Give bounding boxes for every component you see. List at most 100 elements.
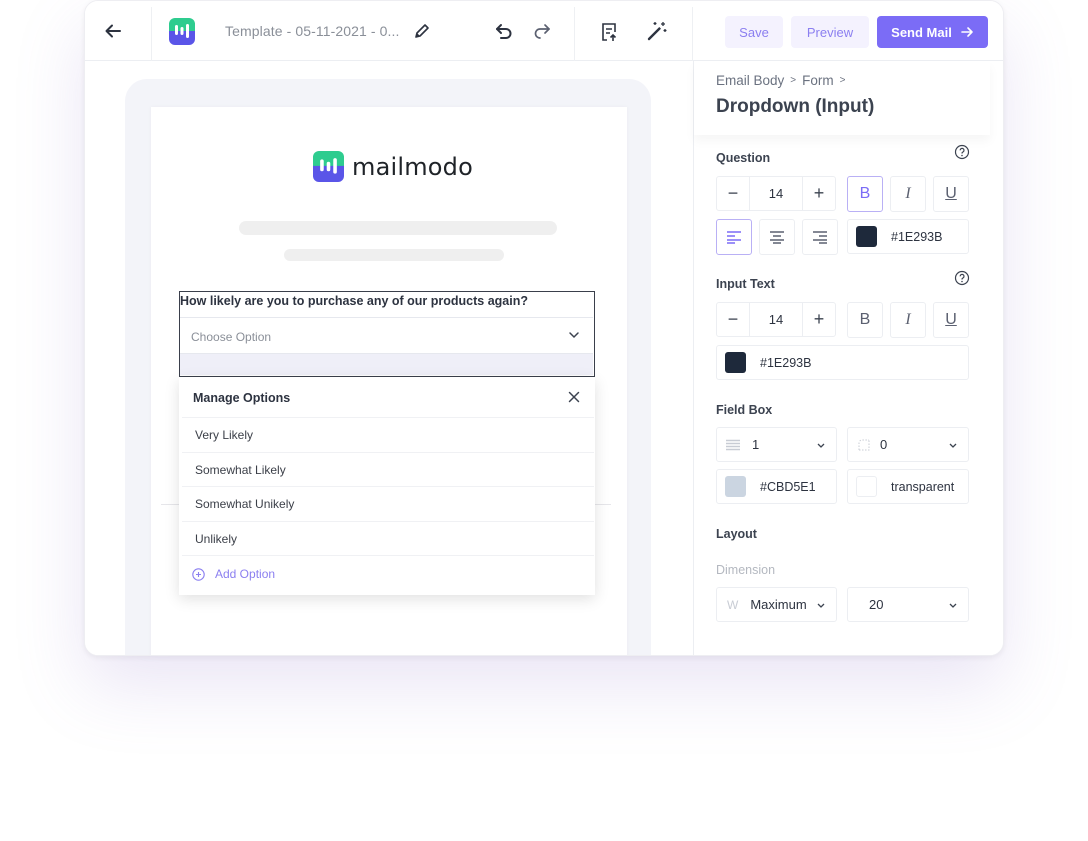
- brand-header: mailmodo: [313, 151, 473, 182]
- skeleton-line: [284, 249, 504, 261]
- align-center-icon: [770, 231, 784, 244]
- question-font-size-stepper: − 14 +: [716, 176, 836, 211]
- question-italic-button[interactable]: I: [890, 176, 926, 212]
- chevron-down-icon: [949, 443, 957, 448]
- properties-panel: Email Body > Form > Dropdown (Input) Que…: [693, 61, 1003, 655]
- redo-icon[interactable]: [531, 20, 553, 42]
- option-item[interactable]: Very Likely: [182, 417, 594, 451]
- document-upload-icon[interactable]: [598, 21, 620, 43]
- layout-label: Layout: [716, 527, 757, 541]
- border-width-dropdown[interactable]: 1: [716, 427, 837, 462]
- border-color-field[interactable]: #CBD5E1: [716, 469, 837, 504]
- select-highlight: [180, 354, 593, 375]
- help-icon[interactable]: [954, 270, 970, 286]
- question-text: How likely are you to purchase any of ou…: [180, 294, 528, 308]
- divider: [574, 7, 575, 61]
- size-dropdown[interactable]: 20: [847, 587, 969, 622]
- breadcrumb-form[interactable]: Form: [802, 73, 834, 88]
- option-item[interactable]: Somewhat Unikely: [182, 486, 594, 520]
- magic-wand-icon[interactable]: [646, 20, 668, 42]
- width-prefix: W: [727, 597, 739, 612]
- color-swatch: [856, 226, 877, 247]
- choose-option-select[interactable]: Choose Option: [180, 317, 593, 354]
- back-button[interactable]: [99, 17, 127, 45]
- width-value: Maximum: [750, 597, 807, 612]
- plus-circle-icon: [192, 567, 205, 581]
- input-bold-button[interactable]: B: [847, 302, 883, 338]
- breadcrumb-email-body[interactable]: Email Body: [716, 73, 784, 88]
- background-color-field[interactable]: transparent: [847, 469, 969, 504]
- input-font-size-stepper: − 14 +: [716, 302, 836, 337]
- question-label: Question: [716, 151, 771, 165]
- save-button[interactable]: Save: [725, 16, 783, 48]
- size-value: 20: [869, 597, 884, 612]
- send-mail-button[interactable]: Send Mail: [877, 16, 988, 48]
- email-canvas: mailmodo How likely are you to purchase …: [85, 61, 693, 655]
- input-underline-button[interactable]: U: [933, 302, 969, 338]
- color-swatch: [725, 476, 746, 497]
- border-radius-dropdown[interactable]: 0: [847, 427, 969, 462]
- option-item[interactable]: Unlikely: [182, 521, 594, 555]
- pencil-icon[interactable]: [413, 22, 431, 40]
- breadcrumb: Email Body > Form >: [716, 73, 845, 88]
- option-label: Somewhat Unikely: [195, 497, 295, 511]
- question-bold-button[interactable]: B: [847, 176, 883, 212]
- breadcrumb-separator: >: [790, 75, 797, 86]
- border-radius-value: 0: [880, 437, 888, 452]
- divider: [182, 555, 594, 556]
- breadcrumb-separator: >: [839, 75, 846, 86]
- decrement-button[interactable]: −: [717, 177, 749, 210]
- border-width-icon: [726, 439, 740, 450]
- top-toolbar: Template - 05-11-2021 - 0... Save Previe…: [85, 1, 1003, 61]
- preview-button[interactable]: Preview: [791, 16, 869, 48]
- close-icon[interactable]: [567, 390, 581, 404]
- option-item[interactable]: Somewhat Likely: [182, 452, 594, 486]
- color-value: transparent: [891, 479, 955, 494]
- align-center-button[interactable]: [759, 219, 795, 255]
- option-label: Very Likely: [195, 428, 254, 442]
- template-title[interactable]: Template - 05-11-2021 - 0...: [225, 23, 400, 39]
- email-preview: mailmodo How likely are you to purchase …: [151, 107, 627, 655]
- input-italic-button[interactable]: I: [890, 302, 926, 338]
- add-option-button[interactable]: Add Option: [192, 567, 275, 581]
- undo-icon[interactable]: [493, 20, 515, 42]
- panel-title: Dropdown (Input): [716, 96, 875, 117]
- field-box-label: Field Box: [716, 403, 773, 417]
- input-text-label: Input Text: [716, 277, 775, 291]
- chevron-down-icon: [949, 603, 957, 608]
- increment-button[interactable]: +: [803, 303, 835, 336]
- width-dropdown[interactable]: W Maximum: [716, 587, 837, 622]
- question-color-field[interactable]: #1E293B: [847, 219, 969, 254]
- dimension-label: Dimension: [716, 563, 776, 577]
- border-radius-icon: [858, 439, 870, 450]
- decrement-button[interactable]: −: [717, 303, 749, 336]
- mailmodo-logo-icon: [169, 18, 195, 45]
- color-value: #CBD5E1: [760, 479, 816, 494]
- align-left-button[interactable]: [716, 219, 752, 255]
- dropdown-block[interactable]: How likely are you to purchase any of ou…: [179, 291, 595, 377]
- arrow-right-icon: [961, 27, 973, 37]
- select-placeholder: Choose Option: [191, 330, 272, 344]
- input-text-color-field[interactable]: #1E293B: [716, 345, 969, 380]
- option-label: Somewhat Likely: [195, 463, 286, 477]
- color-value: #1E293B: [760, 355, 812, 370]
- add-option-label: Add Option: [215, 567, 276, 581]
- font-size-value[interactable]: 14: [749, 177, 803, 210]
- chevron-down-icon: [817, 603, 825, 608]
- brand-name: mailmodo: [352, 152, 474, 181]
- font-size-value[interactable]: 14: [749, 303, 803, 336]
- editor-window: Template - 05-11-2021 - 0... Save Previe…: [84, 0, 1004, 656]
- option-label: Unlikely: [195, 532, 238, 546]
- divider: [151, 7, 152, 61]
- chevron-down-icon: [569, 332, 579, 339]
- increment-button[interactable]: +: [803, 177, 835, 210]
- question-underline-button[interactable]: U: [933, 176, 969, 212]
- manage-options-panel: Manage Options Very Likely Somewhat Like…: [179, 377, 595, 595]
- skeleton-line: [239, 221, 557, 235]
- panel-header: Email Body > Form > Dropdown (Input): [694, 61, 990, 135]
- align-right-button[interactable]: [802, 219, 838, 255]
- color-swatch: [725, 352, 746, 373]
- send-mail-label: Send Mail: [891, 24, 952, 40]
- help-icon[interactable]: [954, 144, 970, 160]
- arrow-left-icon: [105, 24, 121, 38]
